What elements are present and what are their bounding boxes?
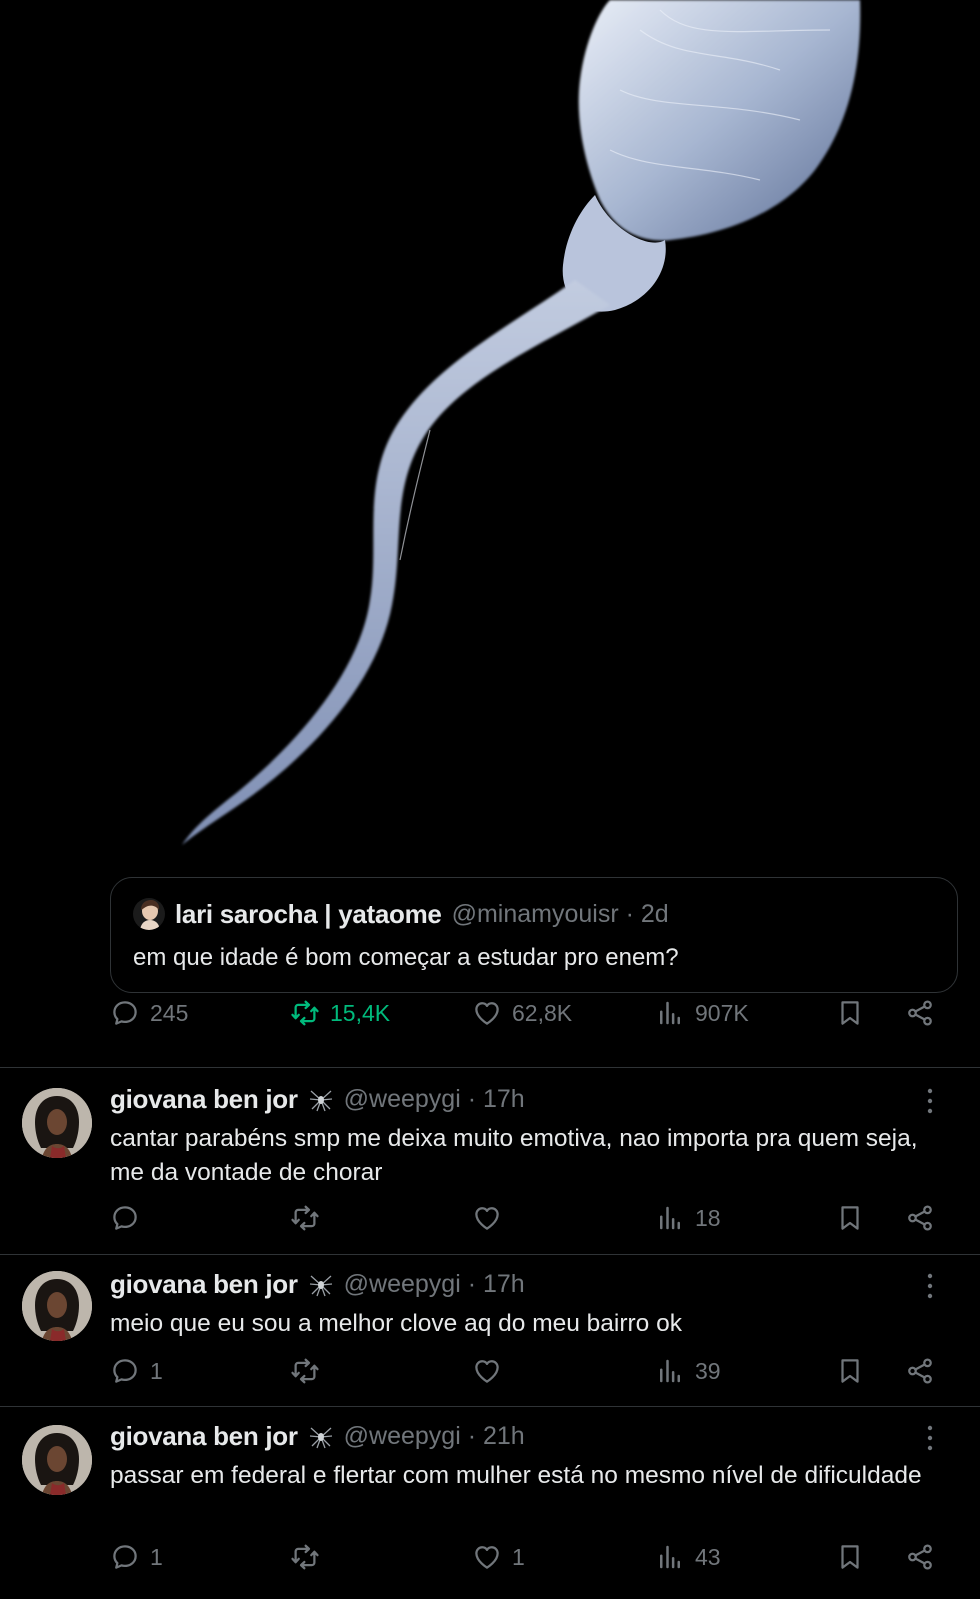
quoted-post-card[interactable]: lari sarocha | yataome @minamyouisr · 2d… [110, 877, 958, 993]
like-icon [472, 1356, 502, 1386]
views-button[interactable]: 43 [655, 1537, 721, 1577]
repost-icon [290, 998, 320, 1028]
views-count: 39 [695, 1357, 721, 1384]
views-count: 43 [695, 1543, 721, 1570]
views-icon [655, 1203, 685, 1233]
share-button[interactable] [905, 1351, 935, 1391]
bookmark-icon [835, 1356, 865, 1386]
bookmark-icon [835, 1542, 865, 1572]
spider-icon [308, 1424, 334, 1450]
more-icon[interactable] [920, 1423, 940, 1453]
reply-header: giovana ben jor @weepygi · 21h [110, 1421, 525, 1452]
reply-header: giovana ben jor @weepygi · 17h [110, 1269, 525, 1300]
reply-icon [110, 1203, 140, 1233]
reply-count: 1 [150, 1357, 163, 1384]
reply-count: 245 [150, 999, 189, 1026]
like-button[interactable]: 62,8K [472, 993, 572, 1033]
views-count: 18 [695, 1204, 721, 1231]
repost-button[interactable] [290, 1537, 320, 1577]
avatar[interactable] [22, 1425, 92, 1495]
reply-text: cantar parabéns smp me deixa muito emoti… [110, 1125, 918, 1186]
reply-text: meio que eu sou a melhor clove aq do meu… [110, 1310, 682, 1337]
share-button[interactable] [905, 1537, 935, 1577]
views-button[interactable]: 39 [655, 1351, 721, 1391]
spider-icon [308, 1087, 334, 1113]
author-name[interactable]: giovana ben jor [110, 1084, 298, 1115]
views-button[interactable]: 18 [655, 1198, 721, 1238]
reply-text: passar em federal e flertar com mulher e… [110, 1462, 922, 1489]
reply-button[interactable] [110, 1198, 150, 1238]
reply-actions: 1 39 [110, 1351, 950, 1391]
share-icon [905, 1542, 935, 1572]
like-button[interactable] [472, 1198, 512, 1238]
views-icon [655, 1356, 685, 1386]
reply-actions: 18 [110, 1198, 950, 1238]
bookmark-button[interactable] [835, 993, 865, 1033]
repost-button[interactable] [290, 1198, 320, 1238]
like-icon [472, 1542, 502, 1572]
post-media-image[interactable] [0, 0, 980, 860]
quoted-author-name: lari sarocha | yataome [175, 898, 442, 929]
repost-icon [290, 1356, 320, 1386]
spider-icon [308, 1272, 334, 1298]
reply-actions: 1 1 43 [110, 1537, 950, 1577]
repost-count: 15,4K [330, 999, 391, 1026]
views-icon [655, 998, 685, 1028]
repost-icon [290, 1203, 320, 1233]
more-icon[interactable] [920, 1086, 940, 1116]
author-handle: @weepygi · 17h [343, 1270, 525, 1298]
reply-count: 1 [150, 1543, 163, 1570]
reply-header: giovana ben jor @weepygi · 17h [110, 1084, 525, 1115]
views-icon [655, 1542, 685, 1572]
repost-button[interactable] [290, 1351, 320, 1391]
bookmark-button[interactable] [835, 1351, 865, 1391]
more-icon[interactable] [920, 1271, 940, 1301]
like-icon [472, 1203, 502, 1233]
author-name[interactable]: giovana ben jor [110, 1421, 298, 1452]
like-icon [472, 998, 502, 1028]
reply-button[interactable]: 1 [110, 1537, 163, 1577]
bookmark-button[interactable] [835, 1198, 865, 1238]
reply-icon [110, 998, 140, 1028]
main-post-actions: 245 15,4K 62,8K 907K [110, 993, 950, 1033]
reply-button[interactable]: 1 [110, 1351, 163, 1391]
author-handle: @weepygi · 17h [343, 1085, 525, 1113]
bookmark-icon [835, 1203, 865, 1233]
reply-icon [110, 1356, 140, 1386]
bookmark-icon [835, 998, 865, 1028]
author-handle: @weepygi · 21h [343, 1422, 525, 1450]
author-name[interactable]: giovana ben jor [110, 1269, 298, 1300]
avatar[interactable] [22, 1088, 92, 1158]
reply-post[interactable]: giovana ben jor @weepygi · 17h cantar pa… [0, 1068, 980, 1256]
like-count: 62,8K [512, 999, 573, 1026]
avatar[interactable] [22, 1271, 92, 1341]
repost-button[interactable]: 15,4K [290, 993, 390, 1033]
quoted-post-header: lari sarocha | yataome @minamyouisr · 2d [133, 898, 669, 930]
reply-post[interactable]: giovana ben jor @weepygi · 21h passar em… [0, 1407, 980, 1599]
views-button[interactable]: 907K [655, 993, 749, 1033]
reply-icon [110, 1542, 140, 1572]
share-icon [905, 998, 935, 1028]
reply-post[interactable]: giovana ben jor @weepygi · 17h meio que … [0, 1255, 980, 1405]
like-button[interactable]: 1 [472, 1537, 525, 1577]
bookmark-button[interactable] [835, 1537, 865, 1577]
share-icon [905, 1203, 935, 1233]
quoted-author-avatar [133, 898, 165, 930]
quoted-post-text: em que idade é bom começar a estudar pro… [133, 944, 679, 971]
like-count: 1 [512, 1543, 525, 1570]
reply-button[interactable]: 245 [110, 993, 188, 1033]
quoted-author-handle: @minamyouisr · 2d [451, 899, 669, 928]
share-button[interactable] [905, 993, 935, 1033]
share-button[interactable] [905, 1198, 935, 1238]
like-button[interactable] [472, 1351, 512, 1391]
share-icon [905, 1356, 935, 1386]
views-count: 907K [695, 999, 749, 1026]
repost-icon [290, 1542, 320, 1572]
